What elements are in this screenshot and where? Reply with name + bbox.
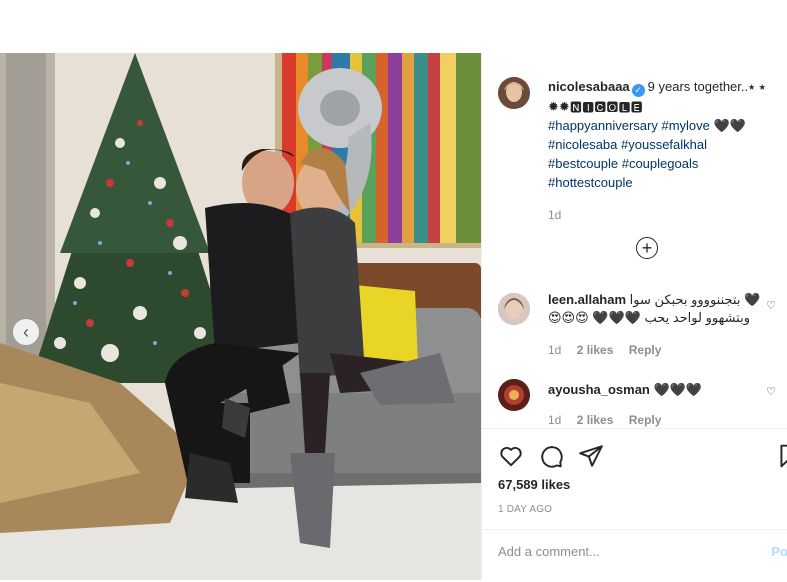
comment-like-heart-icon[interactable]: ♡ <box>766 299 776 312</box>
comment-meta: 1d 2 likes Reply <box>548 413 673 427</box>
comment-time[interactable]: 1d <box>548 343 561 357</box>
load-more-comments-button[interactable]: + <box>636 237 658 259</box>
add-comment-row: Po <box>482 529 787 579</box>
comment-time[interactable]: 1d <box>548 413 561 427</box>
carousel-prev-button[interactable]: ‹ <box>12 318 40 346</box>
post-caption: nicolesabaaa ✓ 9 years together..⭑ ⭑ ✹✹🅽🅸🅲… <box>548 77 787 225</box>
comment-reply-button[interactable]: Reply <box>629 343 662 357</box>
comment-button[interactable] <box>538 443 564 469</box>
author-username[interactable]: nicolesabaaa <box>548 79 630 94</box>
comment-likes[interactable]: 2 likes <box>577 413 614 427</box>
hashtags-line-3[interactable]: #bestcouple #couplegoals <box>548 154 787 173</box>
comment-icon <box>541 446 563 468</box>
comment-text-line-1: 🖤 بتجننوووو بحبكن سوا <box>629 292 761 307</box>
post-side-panel: nicolesabaaa ✓ 9 years together..⭑ ⭑ ✹✹🅽🅸🅲… <box>481 53 787 580</box>
comment-body: leen.allaham 🖤 بتجننوووو بحبكن سوا وبتشه… <box>548 291 774 327</box>
commenter-username[interactable]: ayousha_osman <box>548 382 650 397</box>
post-actions: 67,589 likes 1 DAY AGO Po <box>482 428 787 578</box>
plus-circle-icon: + <box>641 238 653 258</box>
comment-item: leen.allaham 🖤 بتجننوووو بحبكن سوا وبتشه… <box>498 291 787 361</box>
comment-text-line-1: 🖤🖤🖤 <box>653 382 703 397</box>
heart-icon <box>500 447 522 467</box>
comment-meta: 1d 2 likes Reply <box>548 343 673 357</box>
comment-likes[interactable]: 2 likes <box>577 343 614 357</box>
comment-item: ayousha_osman 🖤🖤🖤 ♡ 1d 2 likes Reply <box>498 379 787 427</box>
author-avatar[interactable] <box>498 77 530 109</box>
like-button[interactable] <box>498 443 524 469</box>
likes-count[interactable]: 67,589 likes <box>498 477 570 492</box>
post-comment-button[interactable]: Po <box>771 544 787 559</box>
share-button[interactable] <box>578 443 604 469</box>
paper-plane-icon <box>579 445 603 467</box>
bookmark-icon <box>780 444 787 468</box>
hashtags-line-4[interactable]: #hottestcouple <box>548 173 787 192</box>
commenter-avatar[interactable] <box>498 379 530 411</box>
post-photo[interactable]: ‹ <box>0 53 481 580</box>
post-image <box>0 53 481 580</box>
caption-time[interactable]: 1d <box>548 206 787 225</box>
hashtags-line-1[interactable]: #happyanniversary #mylove 🖤🖤 <box>548 116 787 135</box>
commenter-avatar-image <box>498 379 530 411</box>
author-avatar-image <box>498 77 530 109</box>
comment-reply-button[interactable]: Reply <box>629 413 662 427</box>
comment-body: ayousha_osman 🖤🖤🖤 <box>548 381 774 399</box>
save-button[interactable] <box>776 443 787 469</box>
chevron-left-icon: ‹ <box>23 322 29 342</box>
post-date[interactable]: 1 DAY AGO <box>498 504 552 515</box>
verified-badge-icon: ✓ <box>631 84 645 97</box>
hashtags-line-2[interactable]: #nicolesaba #youssefalkhal <box>548 135 787 154</box>
commenter-username[interactable]: leen.allaham <box>548 292 626 307</box>
commenter-avatar[interactable] <box>498 293 530 325</box>
add-comment-input[interactable] <box>498 544 758 559</box>
comment-text-line-2: وبتشهوو لواحد يحب 🖤🖤🖤 😍😍😍 <box>548 310 750 325</box>
comment-like-heart-icon[interactable]: ♡ <box>766 385 776 398</box>
commenter-avatar-image <box>498 293 530 325</box>
